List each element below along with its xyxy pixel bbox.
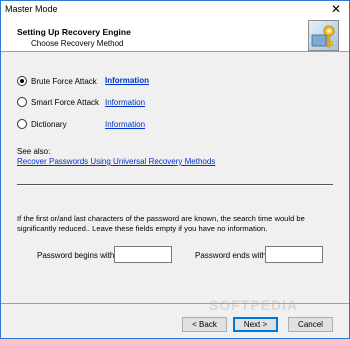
method-label: Smart Force Attack bbox=[31, 97, 100, 107]
window-title: Master Mode bbox=[5, 4, 58, 14]
title-bar: Master Mode ✕ bbox=[1, 1, 349, 18]
cancel-button[interactable]: Cancel bbox=[288, 317, 333, 332]
radio-dictionary[interactable] bbox=[17, 119, 27, 129]
header-title: Setting Up Recovery Engine bbox=[17, 27, 131, 37]
method-label: Brute Force Attack bbox=[31, 76, 97, 86]
information-link-smart-force[interactable]: Information bbox=[105, 98, 145, 107]
method-option-brute-force[interactable]: Brute Force Attack bbox=[17, 75, 97, 87]
password-begins-input[interactable] bbox=[114, 246, 172, 263]
method-option-dictionary[interactable]: Dictionary bbox=[17, 118, 67, 130]
close-icon[interactable]: ✕ bbox=[329, 2, 343, 16]
information-link-dictionary[interactable]: Information bbox=[105, 120, 145, 129]
password-ends-label: Password ends with bbox=[195, 251, 267, 260]
radio-smart-force[interactable] bbox=[17, 97, 27, 107]
radio-brute-force[interactable] bbox=[17, 76, 27, 86]
wizard-header: Setting Up Recovery Engine Choose Recove… bbox=[1, 18, 349, 52]
next-button[interactable]: Next > bbox=[233, 317, 278, 332]
see-also-label: See also: bbox=[17, 147, 51, 156]
back-button[interactable]: < Back bbox=[182, 317, 227, 332]
password-begins-label: Password begins with bbox=[37, 251, 115, 260]
method-option-smart-force[interactable]: Smart Force Attack bbox=[17, 96, 99, 108]
button-bar: < Back Next > Cancel bbox=[1, 303, 349, 339]
universal-recovery-link[interactable]: Recover Passwords Using Universal Recove… bbox=[17, 157, 215, 166]
hint-text: If the first or/and last characters of t… bbox=[17, 214, 305, 233]
dialog-window: Master Mode ✕ Setting Up Recovery Engine… bbox=[0, 0, 350, 339]
content-area: Brute Force Attack Information Smart For… bbox=[1, 53, 349, 303]
header-subtitle: Choose Recovery Method bbox=[31, 39, 124, 48]
information-link-brute-force[interactable]: Information bbox=[105, 76, 149, 85]
method-label: Dictionary bbox=[31, 119, 67, 129]
separator-line bbox=[17, 184, 333, 186]
wizard-key-icon bbox=[308, 20, 339, 51]
password-ends-input[interactable] bbox=[265, 246, 323, 263]
